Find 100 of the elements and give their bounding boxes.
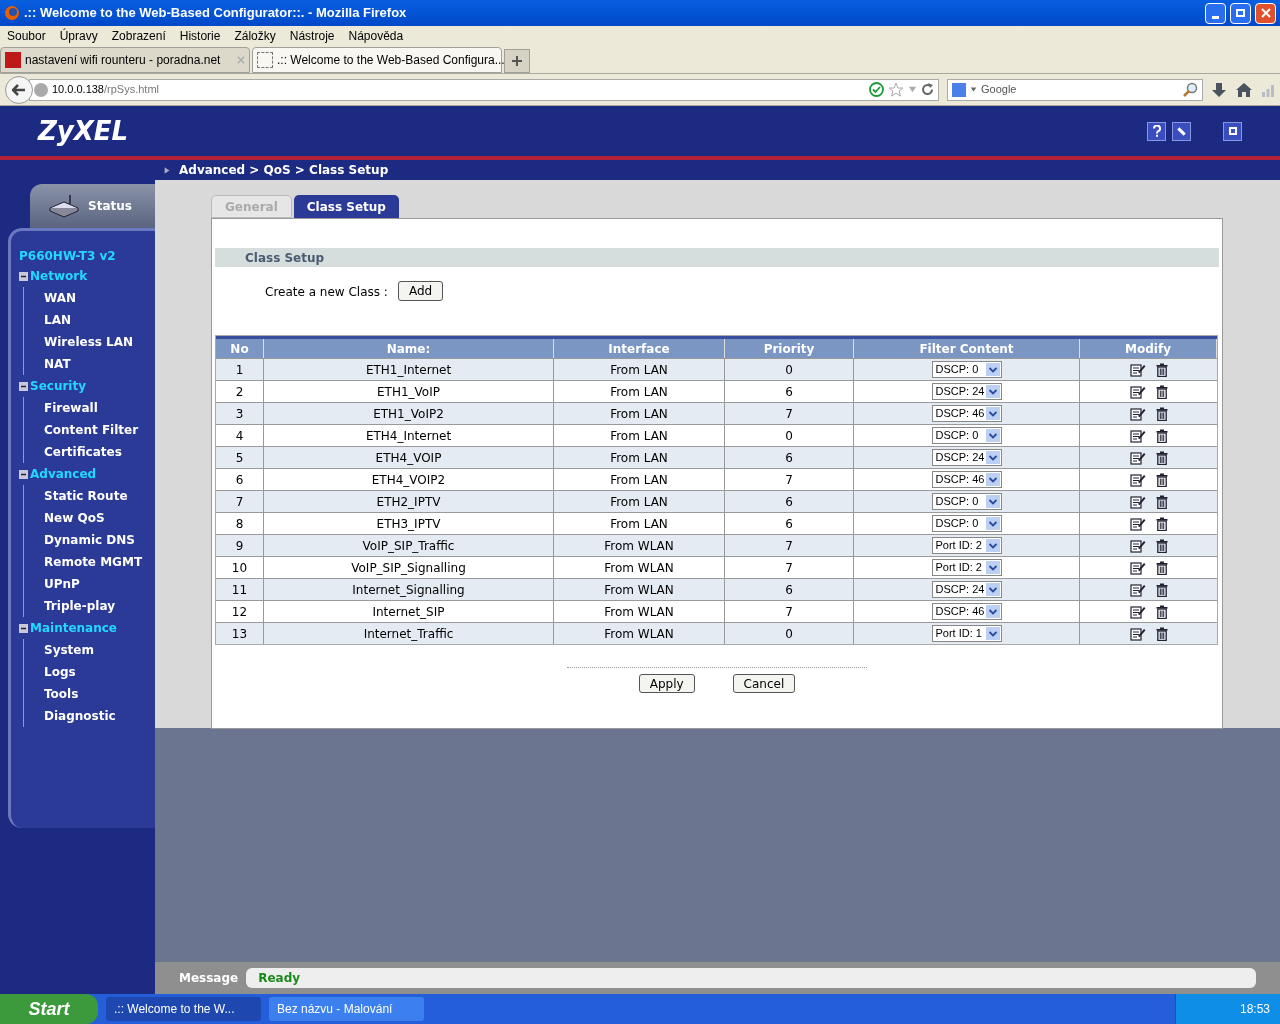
browser-tab[interactable]: .:: Welcome to the Web-Based Configura... <box>252 47 502 73</box>
edit-icon[interactable] <box>1129 384 1146 399</box>
nav-section[interactable]: Maintenance <box>30 619 117 637</box>
nav-section[interactable]: Security <box>30 377 87 395</box>
wizard-button[interactable] <box>1172 121 1191 141</box>
menu-item[interactable]: Soubor <box>7 27 46 45</box>
address-bar[interactable]: 10.0.0.138/rpSys.html <box>29 78 939 101</box>
collapse-icon[interactable] <box>19 623 28 633</box>
filter-dropdown[interactable]: DSCP: 0 <box>931 515 1002 532</box>
url-text: 10.0.0.138/rpSys.html <box>52 82 160 98</box>
edit-icon[interactable] <box>1129 560 1146 575</box>
nav-item[interactable]: UPnP <box>44 575 80 593</box>
add-button[interactable]: Add <box>397 281 444 301</box>
edit-icon[interactable] <box>1129 406 1146 421</box>
collapse-icon[interactable] <box>19 271 28 281</box>
trash-icon[interactable] <box>1155 406 1168 421</box>
nav-item[interactable]: Remote MGMT <box>44 553 143 571</box>
browser-tab[interactable]: nastavení wifi rounteru - poradna.net <box>0 47 250 73</box>
new-tab-button[interactable] <box>504 49 530 73</box>
edit-icon[interactable] <box>1129 494 1146 509</box>
nav-item[interactable]: Logs <box>44 663 76 681</box>
filter-dropdown[interactable]: DSCP: 46 <box>931 471 1002 488</box>
filter-dropdown[interactable]: DSCP: 0 <box>931 493 1002 510</box>
close-button[interactable] <box>1255 2 1276 24</box>
logo: ZyXEL <box>38 114 129 148</box>
trash-icon[interactable] <box>1155 604 1168 619</box>
nav-item[interactable]: Tools <box>44 685 79 703</box>
status-tab[interactable]: Status <box>30 184 155 228</box>
check-icon <box>869 82 884 97</box>
edit-icon[interactable] <box>1129 472 1146 487</box>
nav-section[interactable]: Network <box>30 267 88 285</box>
trash-icon[interactable] <box>1155 516 1168 531</box>
trash-icon[interactable] <box>1155 384 1168 399</box>
edit-icon[interactable] <box>1129 626 1146 641</box>
nav-item[interactable]: Firewall <box>44 399 98 417</box>
trash-icon[interactable] <box>1155 560 1168 575</box>
apply-button[interactable]: Apply <box>638 674 695 693</box>
filter-dropdown[interactable]: DSCP: 24 <box>931 581 1002 598</box>
minimize-button[interactable] <box>1205 2 1226 24</box>
menu-item[interactable]: Nástroje <box>289 27 335 45</box>
nav-section[interactable]: Advanced <box>30 465 97 483</box>
taskbar-item[interactable]: .:: Welcome to the W... <box>106 997 261 1021</box>
edit-icon[interactable] <box>1129 604 1146 619</box>
cancel-button[interactable]: Cancel <box>732 674 796 693</box>
filter-dropdown[interactable]: DSCP: 46 <box>931 405 1002 422</box>
filter-dropdown[interactable]: DSCP: 24 <box>931 383 1002 400</box>
page-tab[interactable]: Class Setup <box>293 195 399 218</box>
search-icon[interactable] <box>1182 81 1198 98</box>
menu-item[interactable]: Záložky <box>234 27 276 45</box>
nav-item[interactable]: NAT <box>44 355 71 373</box>
edit-icon[interactable] <box>1129 582 1146 597</box>
menu-item[interactable]: Úpravy <box>59 27 98 45</box>
filter-dropdown[interactable]: Port ID: 1 <box>931 625 1002 642</box>
trash-icon[interactable] <box>1155 362 1168 377</box>
reload-icon[interactable] <box>921 83 934 96</box>
edit-icon[interactable] <box>1129 450 1146 465</box>
filter-dropdown[interactable]: Port ID: 2 <box>931 537 1002 554</box>
filter-dropdown[interactable]: DSCP: 46 <box>931 603 1002 620</box>
nav-item[interactable]: Dynamic DNS <box>44 531 135 549</box>
edit-icon[interactable] <box>1129 428 1146 443</box>
trash-icon[interactable] <box>1155 450 1168 465</box>
menu-item[interactable]: Nápověda <box>348 27 404 45</box>
trash-icon[interactable] <box>1155 472 1168 487</box>
taskbar-item[interactable]: Bez názvu - Malování <box>269 997 424 1021</box>
nav-item[interactable]: Content Filter <box>44 421 139 439</box>
help-button[interactable] <box>1147 121 1166 141</box>
menu-item[interactable]: Zobrazení <box>111 27 166 45</box>
trash-icon[interactable] <box>1155 626 1168 641</box>
nav-item[interactable]: Static Route <box>44 487 128 505</box>
nav-item[interactable]: Diagnostic <box>44 707 116 725</box>
download-icon[interactable] <box>1211 81 1227 98</box>
back-button[interactable] <box>5 75 33 104</box>
nav-item[interactable]: Triple-play <box>44 597 115 615</box>
trash-icon[interactable] <box>1155 428 1168 443</box>
star-icon[interactable] <box>888 81 904 98</box>
start-button[interactable]: Start <box>0 994 98 1024</box>
nav-item[interactable]: System <box>44 641 94 659</box>
trash-icon[interactable] <box>1155 582 1168 597</box>
filter-dropdown[interactable]: Port ID: 2 <box>931 559 1002 576</box>
edit-icon[interactable] <box>1129 516 1146 531</box>
restore-button[interactable] <box>1230 2 1251 24</box>
filter-dropdown[interactable]: DSCP: 0 <box>931 427 1002 444</box>
nav-item[interactable]: Wireless LAN <box>44 333 134 351</box>
filter-dropdown[interactable]: DSCP: 24 <box>931 449 1002 466</box>
nav-item[interactable]: Certificates <box>44 443 122 461</box>
filter-dropdown[interactable]: DSCP: 0 <box>931 361 1002 378</box>
edit-icon[interactable] <box>1129 362 1146 377</box>
collapse-icon[interactable] <box>19 469 28 479</box>
collapse-icon[interactable] <box>19 381 28 391</box>
nav-item[interactable]: LAN <box>44 311 71 329</box>
menu-item[interactable]: Historie <box>179 27 221 45</box>
trash-icon[interactable] <box>1155 538 1168 553</box>
nav-item[interactable]: WAN <box>44 289 77 307</box>
firefox-icon <box>4 5 20 21</box>
edit-icon[interactable] <box>1129 538 1146 553</box>
search-field[interactable]: Google <box>947 78 1203 101</box>
home-icon[interactable] <box>1235 81 1253 98</box>
logout-button[interactable] <box>1223 121 1242 141</box>
nav-item[interactable]: New QoS <box>44 509 105 527</box>
trash-icon[interactable] <box>1155 494 1168 509</box>
